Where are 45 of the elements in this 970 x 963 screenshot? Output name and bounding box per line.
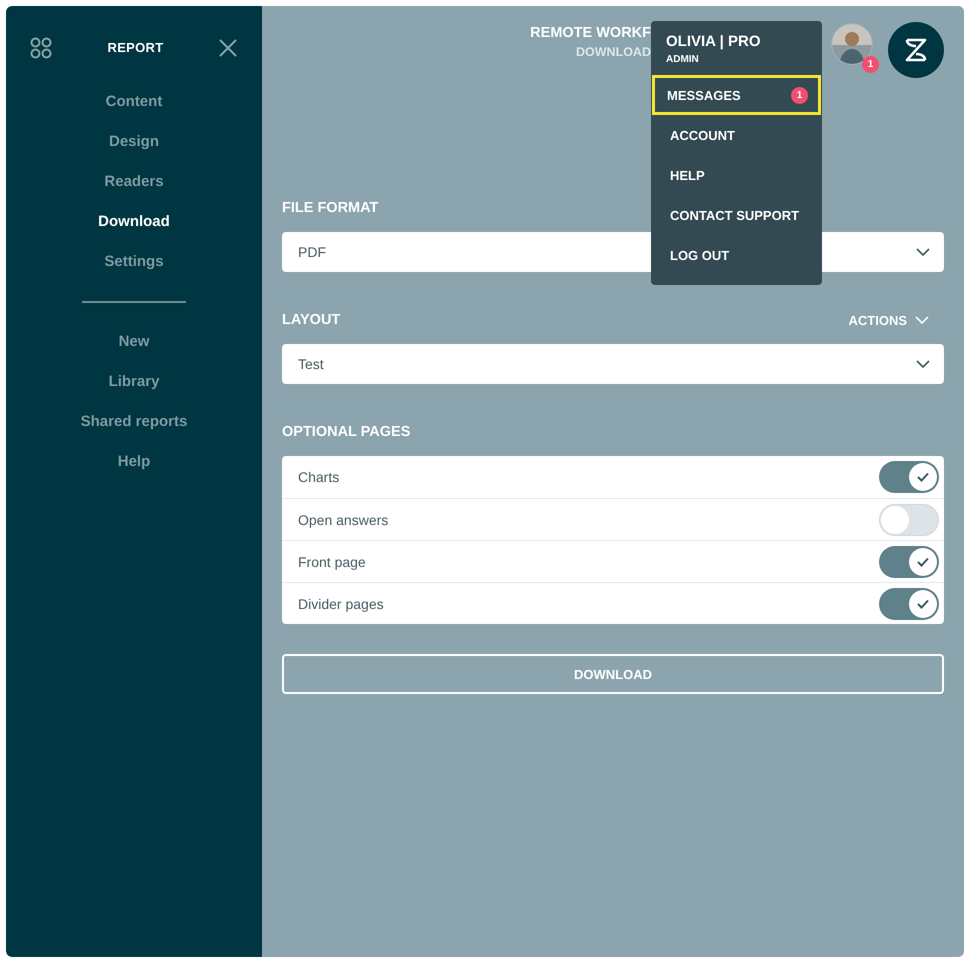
user-role: ADMIN: [665, 54, 700, 65]
section-label: LAYOUT: [282, 312, 340, 328]
notification-badge: 1: [862, 56, 879, 73]
check-icon: [917, 556, 929, 566]
check-icon: [917, 598, 929, 608]
apps-icon[interactable]: [30, 36, 52, 58]
menu-item[interactable]: CONTACT SUPPORT: [652, 195, 821, 235]
sidebar-item[interactable]: Content: [106, 82, 162, 122]
menu-item[interactable]: MESSAGES 1: [652, 75, 821, 115]
page-subtitle: DOWNLOAD: [576, 45, 651, 59]
toggle-switch[interactable]: [879, 588, 939, 620]
sidebar-item[interactable]: Design: [108, 122, 159, 162]
sidebar-item[interactable]: Settings: [104, 242, 164, 282]
section-label: OPTIONAL PAGES: [282, 423, 412, 442]
chevron-down-icon: [915, 316, 929, 324]
sidebar-item[interactable]: Library: [108, 362, 160, 402]
option-label: Divider pages: [298, 596, 384, 612]
dropdown-field[interactable]: Test: [282, 344, 944, 384]
menu-item[interactable]: ACCOUNT: [652, 115, 821, 155]
close-icon[interactable]: [218, 38, 237, 56]
section-label: FILE FORMAT: [282, 200, 378, 216]
download-button[interactable]: DOWNLOAD: [282, 654, 944, 694]
chevron-down-icon: [916, 360, 930, 368]
user-name: OLIVIA | PRO: [665, 33, 762, 50]
chevron-down-icon: [916, 248, 930, 256]
toggle-switch[interactable]: [879, 461, 939, 493]
actions-menu[interactable]: ACTIONS: [848, 312, 929, 328]
option-label: Front page: [298, 554, 366, 570]
avatar[interactable]: [831, 23, 873, 65]
sidebar-item[interactable]: Help: [118, 442, 150, 482]
menu-item[interactable]: LOG OUT: [652, 235, 821, 275]
sidebar-item[interactable]: Download: [98, 202, 170, 242]
sidebar-item[interactable]: New: [118, 322, 150, 362]
count-badge: 1: [791, 86, 808, 104]
sidebar-item[interactable]: Shared reports: [80, 402, 188, 442]
toggle-switch[interactable]: [879, 546, 939, 578]
sidebar-title: REPORT: [108, 40, 164, 55]
report-title: REMOTE WORKF: [530, 24, 651, 43]
toggle-switch[interactable]: [879, 504, 939, 536]
logo-icon[interactable]: [888, 22, 944, 78]
check-icon: [917, 472, 929, 482]
sidebar-item[interactable]: Readers: [104, 162, 164, 202]
option-label: Open answers: [298, 512, 388, 528]
menu-item[interactable]: HELP: [652, 155, 821, 195]
option-label: Charts: [298, 469, 340, 485]
